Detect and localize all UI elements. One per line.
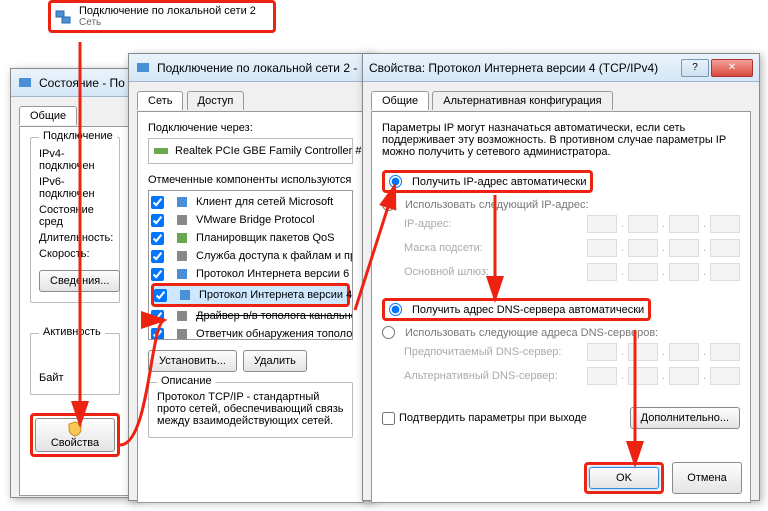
- dns-manual-radio[interactable]: [382, 326, 395, 339]
- network-icon: [55, 9, 71, 25]
- details-button[interactable]: Сведения...: [39, 270, 120, 292]
- connect-via-label: Подключение через:: [148, 122, 353, 134]
- confirm-exit-checkbox[interactable]: [382, 412, 395, 425]
- description-text: Протокол TCP/IP - стандартный прото сете…: [157, 391, 344, 427]
- ipv6-label: IPv6-подключен: [39, 174, 111, 202]
- bridge-icon: [174, 212, 190, 228]
- tab-access[interactable]: Доступ: [187, 91, 245, 110]
- media-label: Состояние сред: [39, 202, 111, 230]
- subnet-label: Маска подсети:: [404, 242, 483, 254]
- tab-general[interactable]: Общие: [19, 106, 77, 125]
- protocol-icon: [174, 266, 190, 282]
- dns-alt-field: ...: [587, 367, 740, 385]
- network-icon: [17, 75, 33, 91]
- client-icon: [174, 194, 190, 210]
- list-item-tcpipv4[interactable]: Протокол Интернета версии 4 (: [151, 283, 350, 307]
- ip-auto-radio[interactable]: [389, 175, 402, 188]
- dns-manual-label: Использовать следующие адреса DNS-сервер…: [405, 327, 658, 339]
- confirm-exit-label: Подтвердить параметры при выходе: [399, 412, 587, 424]
- tab-alt-config[interactable]: Альтернативная конфигурация: [432, 91, 612, 110]
- cancel-button[interactable]: Отмена: [672, 462, 742, 494]
- help-button[interactable]: ?: [681, 59, 709, 77]
- ok-button[interactable]: OK: [589, 467, 659, 489]
- subnet-field: ...: [587, 239, 740, 257]
- description-title: Описание: [157, 375, 216, 387]
- components-label: Отмеченные компоненты используются: [148, 174, 353, 186]
- connection-properties-window: Подключение по локальной сети 2 - Сеть Д…: [128, 53, 373, 501]
- tab-general[interactable]: Общие: [371, 91, 429, 110]
- install-button[interactable]: Установить...: [148, 350, 237, 372]
- dns-pref-label: Предпочитаемый DNS-сервер:: [404, 346, 561, 358]
- lan-connection-desktop-item[interactable]: Подключение по локальной сети 2 Сеть: [48, 0, 276, 33]
- dns-auto-radio[interactable]: [389, 303, 402, 316]
- bytes-label: Байт: [39, 372, 111, 384]
- qos-icon: [174, 230, 190, 246]
- gateway-field: ...: [587, 263, 740, 281]
- dns-auto-label: Получить адрес DNS-сервера автоматически: [412, 304, 644, 316]
- ip-address-field: ...: [587, 215, 740, 233]
- connection-name: Подключение по локальной сети 2: [79, 5, 256, 17]
- advanced-button[interactable]: Дополнительно...: [630, 407, 740, 429]
- ip-manual-label: Использовать следующий IP-адрес:: [405, 199, 589, 211]
- tab-network[interactable]: Сеть: [137, 91, 183, 110]
- window-title: Свойства: Протокол Интернета версии 4 (T…: [369, 61, 681, 75]
- remove-button[interactable]: Удалить: [243, 350, 307, 372]
- speed-label: Скорость:: [39, 246, 111, 262]
- connection-section-label: Подключение: [39, 130, 117, 142]
- ip-auto-label: Получить IP-адрес автоматически: [412, 176, 586, 188]
- shield-icon: [67, 421, 83, 437]
- list-item[interactable]: Планировщик пакетов QoS: [151, 229, 350, 247]
- ip-manual-radio[interactable]: [382, 198, 395, 211]
- dns-alt-label: Альтернативный DNS-сервер:: [404, 370, 558, 382]
- adapter-icon: [153, 143, 169, 159]
- activity-section-label: Активность: [39, 326, 105, 338]
- ipv4-label: IPv4-подключен: [39, 146, 111, 174]
- properties-button[interactable]: Свойства: [35, 418, 115, 452]
- components-list[interactable]: Клиент для сетей Microsoft VMware Bridge…: [148, 190, 353, 340]
- list-item[interactable]: VMware Bridge Protocol: [151, 211, 350, 229]
- connection-type: Сеть: [79, 17, 256, 28]
- list-item[interactable]: Протокол Интернета версии 6 (: [151, 265, 350, 283]
- intro-text: Параметры IP могут назначаться автоматич…: [382, 122, 740, 158]
- driver-icon: [174, 308, 190, 324]
- protocol-icon: [177, 287, 193, 303]
- duration-label: Длительность:: [39, 230, 111, 246]
- list-item[interactable]: Служба доступа к файлам и при: [151, 247, 350, 265]
- tcpip-properties-window: Свойства: Протокол Интернета версии 4 (T…: [362, 53, 760, 501]
- window-title: Состояние - По: [39, 76, 133, 90]
- dns-pref-field: ...: [587, 343, 740, 361]
- list-item[interactable]: Ответчик обнаружения тополог: [151, 325, 350, 340]
- ip-address-label: IP-адрес:: [404, 218, 451, 230]
- gateway-label: Основной шлюз:: [404, 266, 489, 278]
- responder-icon: [174, 326, 190, 340]
- adapter-name: Realtek PCIe GBE Family Controller #: [175, 145, 361, 157]
- network-icon: [135, 60, 151, 76]
- service-icon: [174, 248, 190, 264]
- window-title: Подключение по локальной сети 2 -: [157, 61, 366, 75]
- list-item[interactable]: Клиент для сетей Microsoft: [151, 193, 350, 211]
- status-window: Состояние - По Общие Подключение IPv4-по…: [10, 68, 140, 498]
- close-button[interactable]: ✕: [711, 59, 753, 77]
- list-item[interactable]: Драйвер в/в тополога канального: [151, 307, 350, 325]
